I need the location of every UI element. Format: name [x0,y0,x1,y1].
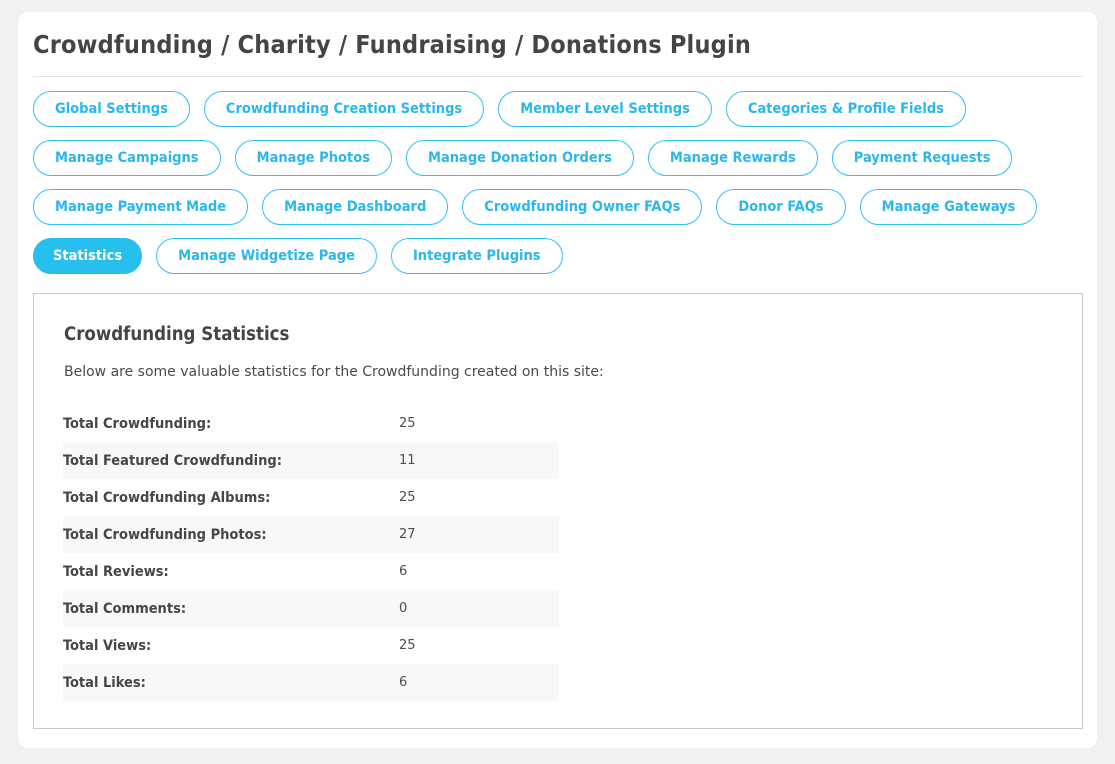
stat-value: 11 [399,453,416,468]
stat-label: Total Crowdfunding Photos: [63,526,267,543]
tab-crowdfunding-owner-faqs[interactable]: Crowdfunding Owner FAQs [462,189,703,225]
tab-manage-donation-orders[interactable]: Manage Donation Orders [405,140,634,176]
stat-label: Total Comments: [63,600,187,617]
title-divider [33,76,1083,77]
table-row: Total Featured Crowdfunding: 11 [63,442,559,479]
tab-crowdfunding-creation-settings[interactable]: Crowdfunding Creation Settings [203,91,485,127]
tab-manage-gateways[interactable]: Manage Gateways [859,189,1038,225]
tab-payment-requests[interactable]: Payment Requests [831,140,1013,176]
page-card: Crowdfunding / Charity / Fundraising / D… [18,12,1097,748]
stat-value: 27 [399,527,416,542]
stat-value: 25 [399,638,416,653]
stat-label: Total Reviews: [63,563,169,580]
statistics-panel: Crowdfunding Statistics Below are some v… [33,293,1083,729]
stat-label: Total Crowdfunding Albums: [63,489,271,506]
stat-label: Total Likes: [63,674,146,691]
stat-value: 6 [399,564,408,579]
statistics-description: Below are some valuable statistics for t… [64,364,604,380]
tab-categories-profile-fields[interactable]: Categories & Profile Fields [725,91,966,127]
tab-manage-dashboard[interactable]: Manage Dashboard [262,189,449,225]
table-row: Total Crowdfunding: 25 [63,405,559,442]
table-row: Total Crowdfunding Albums: 25 [63,479,559,516]
stat-label: Total Featured Crowdfunding: [63,452,282,469]
tab-global-settings[interactable]: Global Settings [33,91,190,127]
tab-manage-payment-made[interactable]: Manage Payment Made [33,189,249,225]
tab-manage-widgetize-page[interactable]: Manage Widgetize Page [156,238,377,274]
tab-navigation: Global Settings Crowdfunding Creation Set… [33,91,1085,287]
tab-row: Manage Campaigns Manage Photos Manage Dona… [33,140,1085,176]
statistics-heading: Crowdfunding Statistics [64,324,290,345]
tab-statistics[interactable]: Statistics [33,238,143,274]
page-title: Crowdfunding / Charity / Fundraising / D… [33,30,752,59]
table-row: Total Crowdfunding Photos: 27 [63,516,559,553]
tab-integrate-plugins[interactable]: Integrate Plugins [390,238,563,274]
stat-value: 6 [399,675,408,690]
stat-value: 25 [399,490,416,505]
tab-manage-campaigns[interactable]: Manage Campaigns [33,140,221,176]
tab-row: Manage Payment Made Manage Dashboard Crowd… [33,189,1085,225]
tab-manage-photos[interactable]: Manage Photos [234,140,392,176]
tab-row: Global Settings Crowdfunding Creation Set… [33,91,1085,127]
stat-value: 25 [399,416,416,431]
tab-member-level-settings[interactable]: Member Level Settings [498,91,712,127]
stat-label: Total Crowdfunding: [63,415,212,432]
table-row: Total Comments: 0 [63,590,559,627]
stat-value: 0 [399,601,408,616]
table-row: Total Likes: 6 [63,664,559,701]
table-row: Total Views: 25 [63,627,559,664]
tab-row: Statistics Manage Widgetize Page Integrate… [33,238,1085,274]
table-row: Total Reviews: 6 [63,553,559,590]
statistics-table: Total Crowdfunding: 25 Total Featured Crow… [63,405,559,701]
tab-manage-rewards[interactable]: Manage Rewards [647,140,818,176]
tab-donor-faqs[interactable]: Donor FAQs [716,189,846,225]
stat-label: Total Views: [63,637,152,654]
